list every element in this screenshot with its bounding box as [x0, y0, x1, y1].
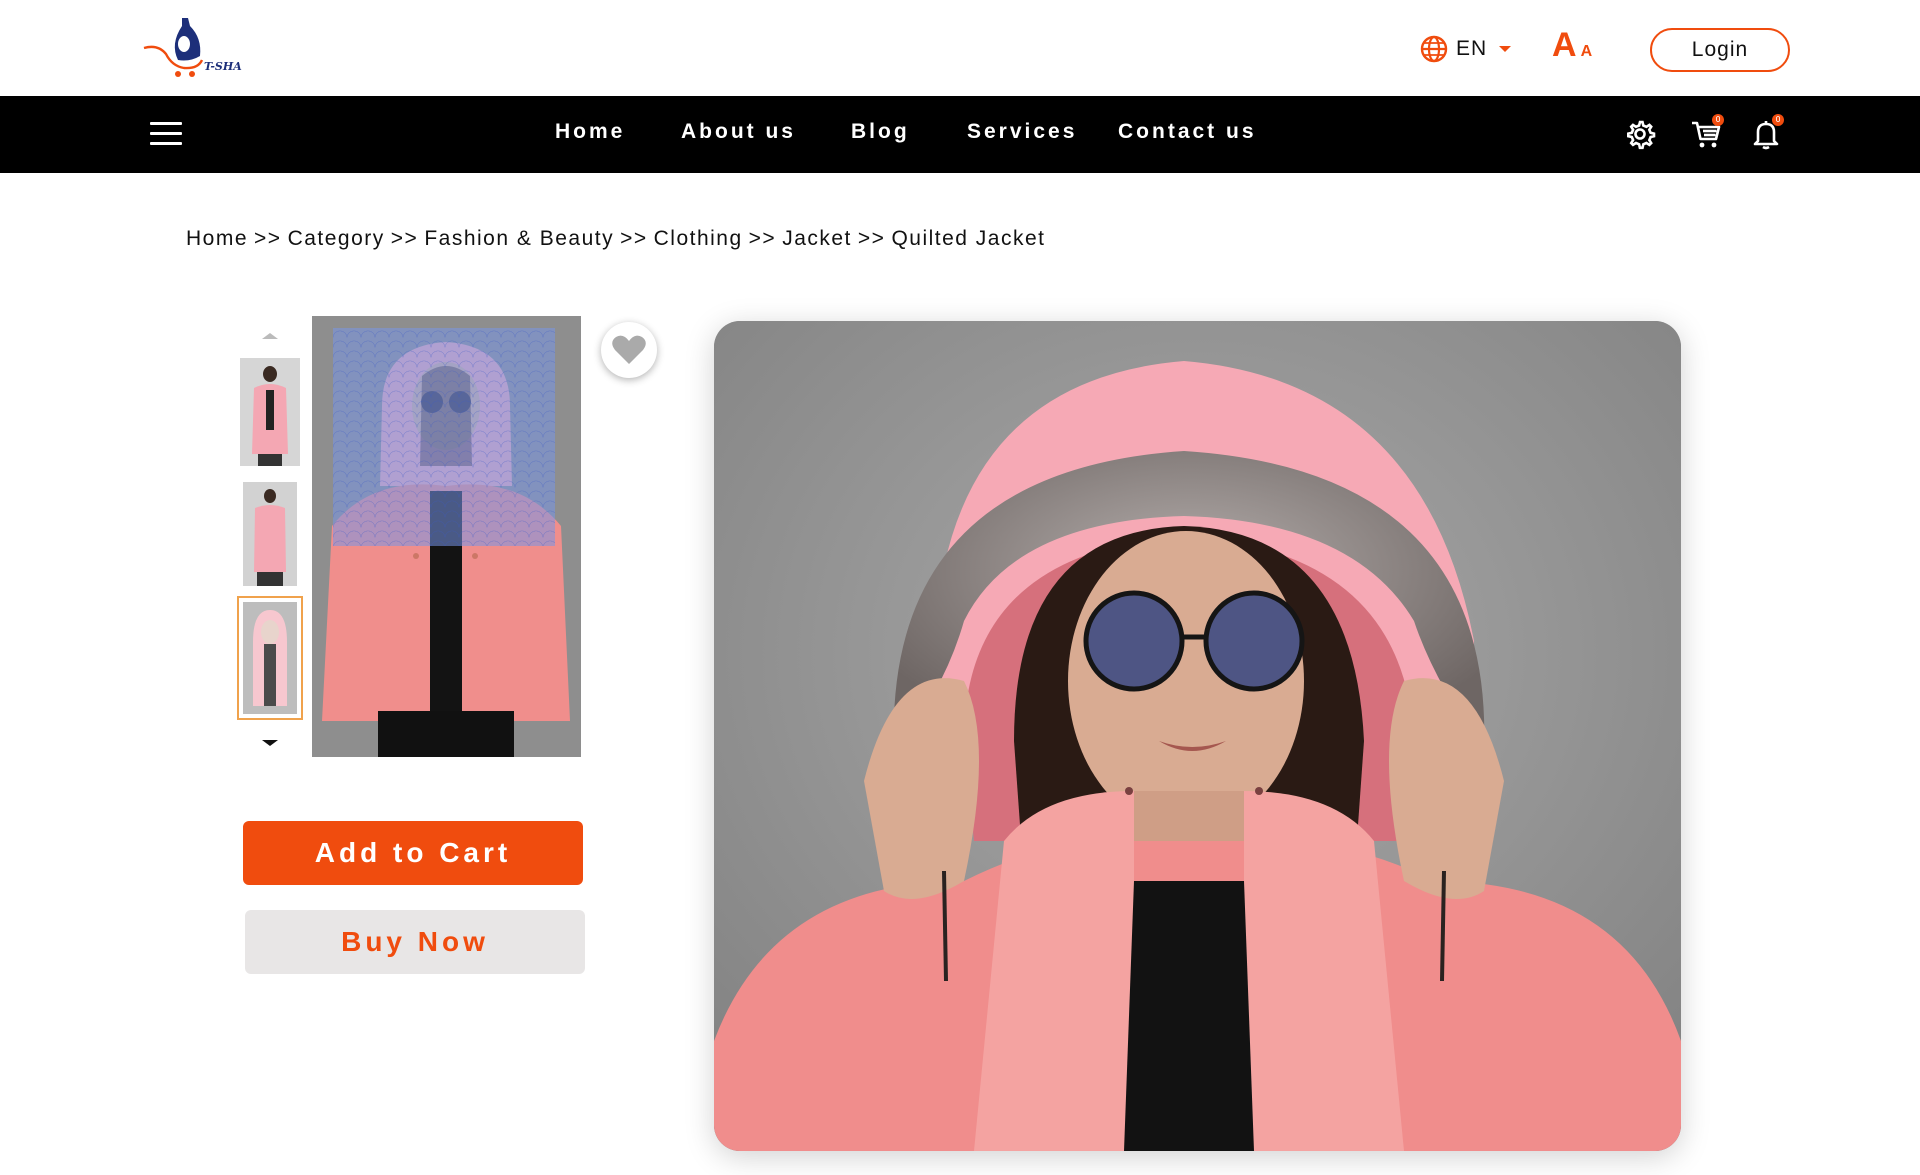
breadcrumb-separator: >>: [390, 227, 419, 250]
globe-icon: [1420, 35, 1448, 63]
logo-text: T-SHA: [204, 60, 242, 73]
breadcrumb: Home >> Category >> Fashion & Beauty >> Clothi…: [186, 227, 1046, 251]
nav-contact-us[interactable]: Contact us: [1118, 120, 1257, 144]
breadcrumb-current: Quilted Jacket: [891, 227, 1046, 250]
top-bar: T-SHA EN A A Login: [0, 0, 1920, 96]
thumbnail-scroll-down-icon[interactable]: [262, 740, 278, 746]
font-size-large[interactable]: A: [1552, 28, 1577, 62]
brand-logo[interactable]: T-SHA: [140, 14, 250, 84]
notification-count-badge: 0: [1772, 114, 1784, 126]
thumbnail-hood[interactable]: [237, 596, 303, 720]
nav-about-us[interactable]: About us: [681, 120, 796, 144]
breadcrumb-separator: >>: [748, 227, 777, 250]
login-button[interactable]: Login: [1650, 28, 1790, 72]
product-preview-image[interactable]: [312, 316, 581, 757]
product-main-image[interactable]: [714, 321, 1681, 1151]
cart-icon[interactable]: 0: [1690, 114, 1724, 150]
font-size-toggle[interactable]: A A: [1552, 28, 1592, 62]
language-label: EN: [1456, 37, 1488, 60]
add-to-cart-button[interactable]: Add to Cart: [243, 821, 583, 885]
main-navbar: Home About us Blog Services Contact us 0: [0, 96, 1920, 173]
bell-icon[interactable]: 0: [1750, 114, 1784, 150]
breadcrumb-home[interactable]: Home: [186, 227, 248, 250]
thumbnail-front[interactable]: [240, 358, 300, 466]
breadcrumb-separator: >>: [620, 227, 648, 250]
breadcrumb-separator: >>: [857, 227, 886, 250]
nav-services[interactable]: Services: [967, 120, 1077, 144]
font-size-small[interactable]: A: [1581, 42, 1593, 62]
thumbnail-scroll-up-icon[interactable]: [262, 333, 278, 339]
settings-icon[interactable]: [1624, 118, 1656, 150]
language-selector[interactable]: EN: [1420, 32, 1512, 66]
nav-blog[interactable]: Blog: [851, 120, 910, 144]
zoom-lens[interactable]: [333, 328, 555, 546]
buy-now-button[interactable]: Buy Now: [245, 910, 585, 974]
chevron-down-icon: [1499, 46, 1512, 52]
cart-count-badge: 0: [1712, 114, 1724, 126]
hamburger-menu-icon[interactable]: [150, 122, 182, 146]
breadcrumb-clothing[interactable]: Clothing: [654, 227, 743, 250]
heart-icon: [612, 335, 646, 364]
favorite-button[interactable]: [601, 322, 657, 378]
thumbnail-side[interactable]: [243, 482, 297, 586]
breadcrumb-category[interactable]: Category: [288, 227, 385, 250]
nav-home[interactable]: Home: [555, 120, 625, 144]
breadcrumb-jacket[interactable]: Jacket: [782, 227, 852, 250]
breadcrumb-separator: >>: [254, 227, 282, 250]
breadcrumb-fashion-beauty[interactable]: Fashion & Beauty: [424, 227, 614, 250]
